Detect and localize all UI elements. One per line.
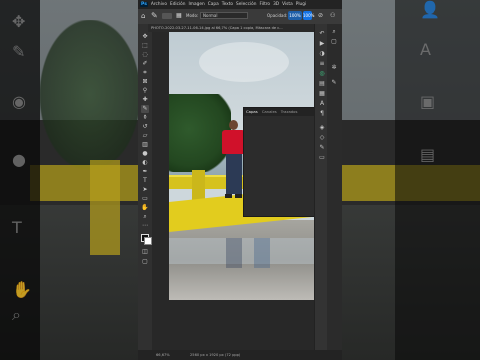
photo-cloud — [199, 42, 289, 82]
brush-panel-icon[interactable]: ✎ — [330, 79, 338, 87]
reflection-red-person — [226, 238, 242, 268]
canvas-area[interactable]: Capas Canales Trazados — [152, 32, 320, 350]
home-icon[interactable]: ⌂ — [141, 12, 145, 20]
background-railing-post — [90, 160, 120, 255]
photo-puddle — [169, 238, 320, 264]
panel-icon-strip: ↶ ▶ ◑ ≡ ◎ ▤ ▦ A ¶ ◈ ◇ ✎ ▭ — [314, 24, 328, 350]
ghost-comment-icon: ▤ — [420, 145, 436, 164]
gradient-icon[interactable]: ▥ — [141, 141, 149, 149]
brush-icon[interactable]: ✎ — [141, 105, 149, 113]
zoom-icon[interactable]: ⌕ — [141, 213, 149, 221]
character-panel-icon[interactable]: A — [318, 100, 326, 108]
tab-capas[interactable]: Capas — [246, 108, 258, 116]
paths-panel-icon[interactable]: ✎ — [318, 144, 326, 152]
pressure-opacity-button[interactable]: 100% — [303, 11, 314, 20]
ghost-move-icon: ✥ — [12, 12, 26, 31]
photoshop-logo[interactable]: Ps — [140, 2, 148, 7]
background-trees — [40, 20, 140, 170]
paragraph-panel-icon[interactable]: ¶ — [318, 110, 326, 118]
mode-label: Modo: — [186, 13, 199, 18]
path-select-icon[interactable]: ➤ — [141, 186, 149, 194]
blur-icon[interactable]: ● — [141, 150, 149, 158]
workspace-icon[interactable]: ▢ — [330, 38, 338, 46]
hand-icon[interactable]: ✋ — [141, 204, 149, 212]
menu-item-filtro[interactable]: Filtro — [260, 2, 271, 7]
menu-item-archivo[interactable]: Archivo — [151, 2, 167, 7]
menu-item-seleccion[interactable]: Selección — [236, 2, 256, 7]
symmetry-icon[interactable]: ⚇ — [330, 12, 335, 19]
channels-panel-icon[interactable]: ◇ — [318, 134, 326, 142]
ghost-brush-icon: ✎ — [12, 42, 26, 61]
photoshop-window: Ps Archivo Edición Imagen Capa Texto Sel… — [138, 0, 342, 360]
menu-bar: Ps Archivo Edición Imagen Capa Texto Sel… — [138, 0, 342, 9]
marquee-icon[interactable]: ⬚ — [141, 42, 149, 50]
menu-item-edicion[interactable]: Edición — [170, 2, 186, 7]
adjustments-panel-icon[interactable]: ◑ — [318, 50, 326, 58]
stamp-icon[interactable]: ⚱ — [141, 114, 149, 122]
search-icon[interactable]: ⌕ — [330, 28, 338, 36]
background-color-swatch[interactable] — [144, 237, 152, 245]
adjust-icon[interactable]: ✲ — [330, 64, 338, 72]
airbrush-icon[interactable]: ⊘ — [318, 12, 323, 19]
mode-select[interactable]: Normal — [200, 12, 248, 19]
brush-preset-icon[interactable]: ✎ — [151, 11, 158, 20]
shape-icon[interactable]: ▭ — [141, 195, 149, 203]
menu-item-texto[interactable]: Texto — [222, 2, 233, 7]
crop-icon[interactable]: ⌗ — [141, 69, 149, 77]
zoom-level[interactable]: 66,67% — [156, 350, 170, 360]
lasso-icon[interactable]: ◌ — [141, 51, 149, 59]
edit-toolbar-icon[interactable]: ⋯ — [141, 222, 149, 230]
dodge-icon[interactable]: ◐ — [141, 159, 149, 167]
actions-panel-icon[interactable]: ▶ — [318, 40, 326, 48]
ghost-type-icon: T — [12, 218, 22, 237]
document-tab[interactable]: PHOTO-2022-03-27-11-06-14.jpg al 66,7% (… — [148, 24, 315, 32]
properties-panel-icon[interactable]: ≡ — [318, 60, 326, 68]
menu-item-3d[interactable]: 3D — [273, 2, 279, 7]
options-bar: ⌂ ✎ ▦ Modo: Normal Opacidad: 100% 100% ⊘… — [138, 9, 342, 25]
document-info: 2560 px x 1920 px (72 ppp) — [190, 353, 241, 357]
ghost-panel-icon: ▣ — [420, 92, 436, 111]
ghost-hand-icon: ✋ — [12, 280, 32, 299]
healing-icon[interactable]: ✚ — [141, 96, 149, 104]
comments-panel-icon[interactable]: ▭ — [318, 154, 326, 162]
ghost-character-icon: A — [420, 40, 431, 59]
ghost-stamp-icon: ◉ — [12, 92, 26, 111]
brush-settings-icon[interactable]: ▦ — [176, 12, 182, 19]
menu-item-imagen[interactable]: Imagen — [189, 2, 205, 7]
screen-mode-icon[interactable]: ▢ — [141, 258, 149, 266]
layers-panel-tabs: Capas Canales Trazados — [244, 108, 317, 116]
ghost-user-icon: 👤 — [420, 0, 440, 19]
layers-panel-icon[interactable]: ◈ — [318, 124, 326, 132]
history-brush-icon[interactable]: ↺ — [141, 123, 149, 131]
reflection-white-person — [254, 238, 270, 268]
menu-item-capa[interactable]: Capa — [208, 2, 219, 7]
ghost-drop-icon: ● — [12, 150, 26, 169]
swatches-panel-icon[interactable]: ▦ — [318, 90, 326, 98]
opacity-chip[interactable]: 100% — [288, 11, 302, 20]
history-panel-icon[interactable]: ↶ — [318, 30, 326, 38]
layers-panel[interactable]: Capas Canales Trazados — [243, 107, 318, 217]
plugin-panel-icon[interactable]: ◎ — [318, 70, 326, 78]
tab-canales[interactable]: Canales — [262, 108, 277, 116]
opacity-label: Opacidad: — [267, 13, 288, 18]
tab-trazados[interactable]: Trazados — [281, 108, 298, 116]
quick-select-icon[interactable]: ✐ — [141, 60, 149, 68]
move-icon[interactable]: ✥ — [141, 33, 149, 41]
right-panel: ⌕ ▢ ✲ ✎ — [327, 24, 342, 350]
eraser-icon[interactable]: ▱ — [141, 132, 149, 140]
quick-mask-icon[interactable]: ◫ — [141, 248, 149, 256]
menu-item-plugins[interactable]: Plugi — [296, 2, 306, 7]
status-bar: 66,67% 2560 px x 1920 px (72 ppp) — [138, 350, 342, 360]
brush-size-picker[interactable] — [162, 13, 172, 19]
background-right-shade — [395, 0, 480, 360]
menu-item-vista[interactable]: Vista — [282, 2, 293, 7]
tools-panel: ✥ ⬚ ◌ ✐ ⌗ ⊠ ⚲ ✚ ✎ ⚱ ↺ ▱ ▥ ● ◐ ✒ T ➤ ▭ ✋ … — [138, 24, 152, 350]
pen-icon[interactable]: ✒ — [141, 168, 149, 176]
libraries-panel-icon[interactable]: ▤ — [318, 80, 326, 88]
ghost-zoom-icon: ⌕ — [12, 305, 21, 324]
type-icon[interactable]: T — [141, 177, 149, 185]
eyedropper-icon[interactable]: ⚲ — [141, 87, 149, 95]
frame-icon[interactable]: ⊠ — [141, 78, 149, 86]
